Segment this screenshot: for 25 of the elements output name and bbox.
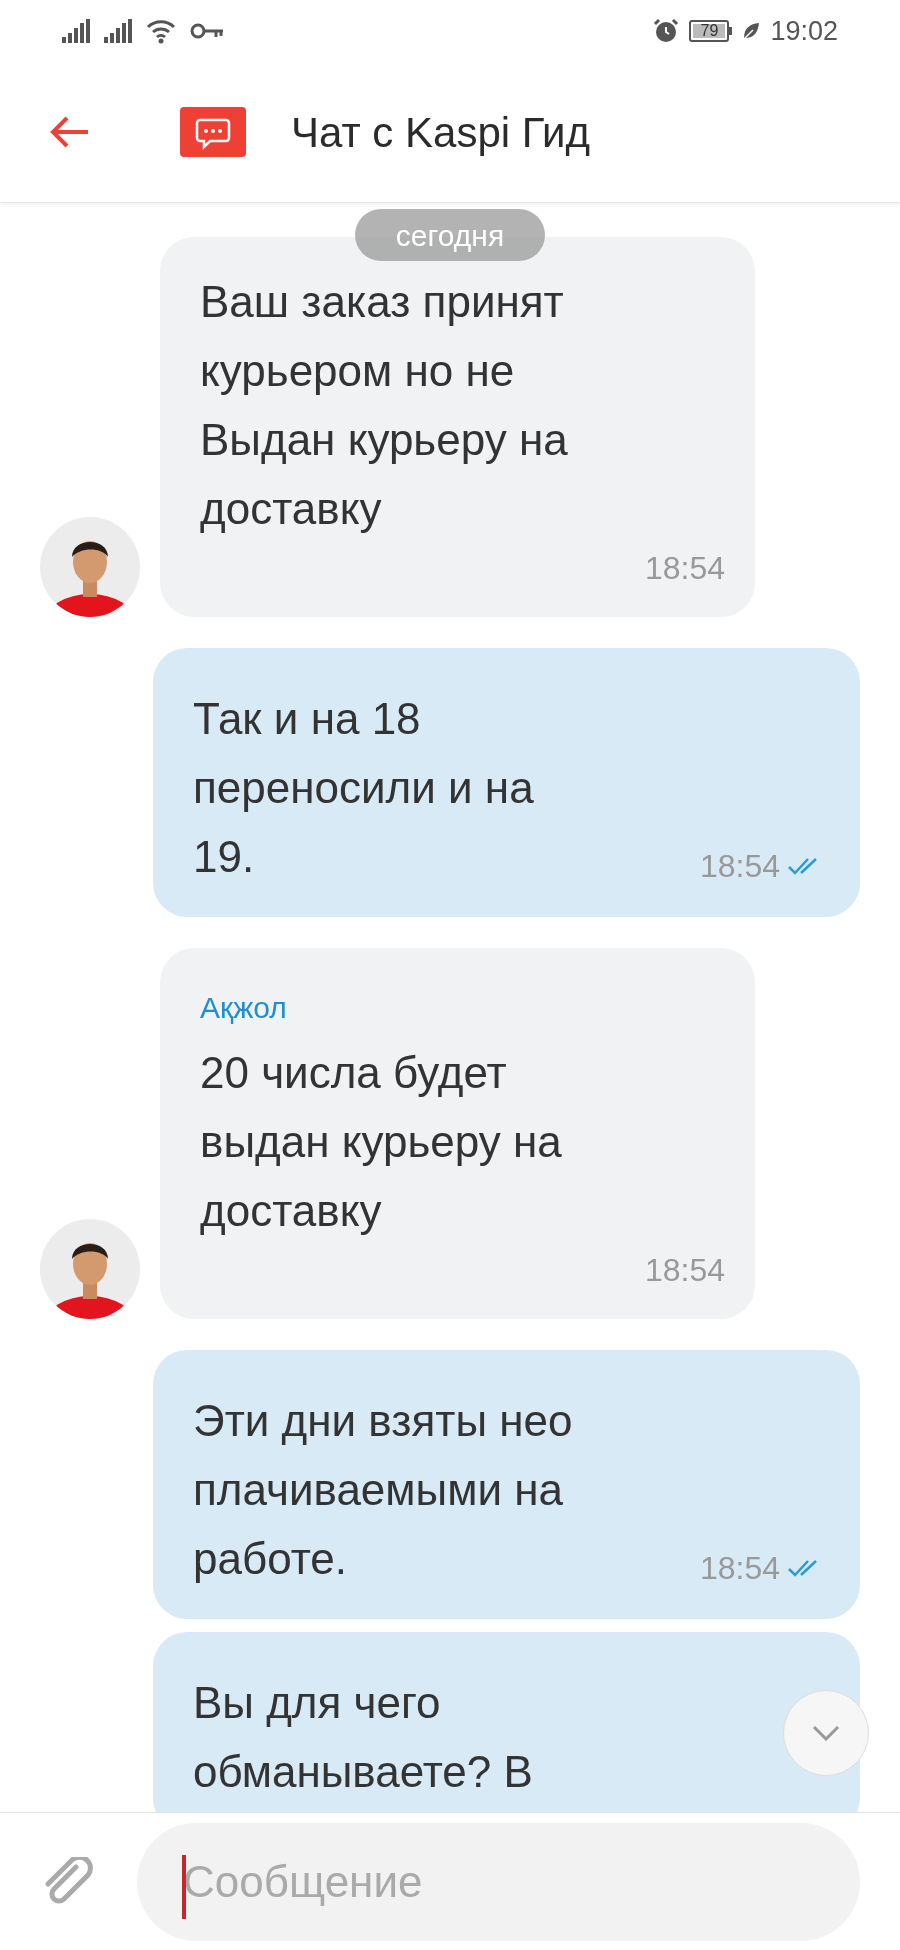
message-text: Вы для чего обманываете? В: [193, 1677, 534, 1798]
chevron-down-icon: [812, 1725, 840, 1741]
message-text: Так и на 18 переносили и на 19.: [193, 693, 535, 883]
message-text: Эти дни взяты нео плачиваемыми на работе.: [193, 1395, 574, 1585]
message-time: 18:54: [644, 1251, 725, 1290]
key-icon: [190, 22, 224, 40]
leaf-icon: [742, 22, 761, 40]
signal-icon: [104, 19, 132, 43]
message-text: 20 числа будет выдан курьеру на доставку: [200, 1047, 563, 1237]
message-time: 18:54: [699, 1549, 780, 1588]
wifi-icon: [146, 18, 176, 44]
message-time: 18:54: [644, 549, 725, 588]
battery-icon: 79: [689, 20, 733, 42]
signal-icon: [62, 19, 90, 43]
alarm-icon: [653, 18, 680, 44]
clock-time: 19:02: [770, 14, 838, 48]
date-chip: сегодня: [355, 209, 545, 261]
message-text: Ваш заказ принят курьером но не Выдан курьеру на доставку: [200, 276, 569, 535]
message-field[interactable]: Сообщение: [137, 1822, 860, 1941]
message-time: 18:54: [699, 847, 780, 886]
chat-bubble-icon: [180, 107, 246, 157]
sender-name: Ақжол: [200, 990, 288, 1026]
chat-title: Чат с Kaspi Гид: [291, 107, 591, 158]
back-arrow-icon[interactable]: [50, 116, 90, 148]
text-cursor: [182, 1855, 186, 1919]
